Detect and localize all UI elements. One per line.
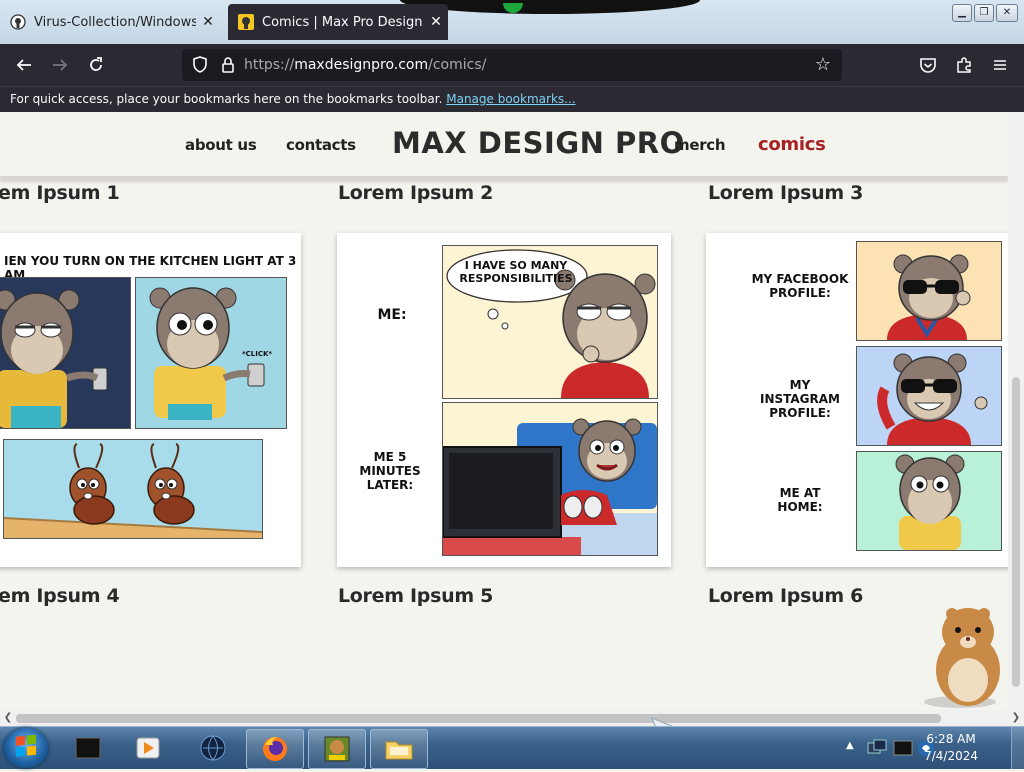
- comic-card-4[interactable]: IEN YOU TURN ON THE KITCHEN LIGHT AT 3 A…: [0, 233, 301, 567]
- click-sound-text: *CLICK*: [242, 350, 273, 358]
- taskbar: ▲ 6:28 AM 7/4/2024: [0, 726, 1024, 769]
- taskbar-game-app[interactable]: [308, 729, 366, 769]
- browser-tab-bar: Virus-Collection/Windows/Bina ✕ Comics |…: [0, 0, 1024, 44]
- comic-title-5[interactable]: Lorem Ipsum 5: [338, 585, 493, 607]
- nav-comics[interactable]: comics: [758, 134, 826, 155]
- horizontal-scroll-thumb[interactable]: [16, 714, 941, 723]
- home-monkey-illustration: [895, 454, 965, 550]
- web-page: about us contacts MAX DESIGN PRO merch c…: [0, 112, 1008, 710]
- comic-title-3[interactable]: Lorem Ipsum 3: [708, 182, 863, 204]
- site-header: about us contacts MAX DESIGN PRO merch c…: [0, 112, 1008, 176]
- bookmarks-hint: For quick access, place your bookmarks h…: [10, 92, 443, 106]
- comic-panel: [442, 402, 658, 556]
- address-bar[interactable]: https://maxdesignpro.com/comics/ ☆: [182, 49, 842, 81]
- close-window-icon[interactable]: ✕: [996, 4, 1018, 22]
- instagram-monkey-illustration: [877, 353, 988, 445]
- comic-panel: [0, 277, 131, 429]
- comic-title-1[interactable]: em Ipsum 1: [0, 182, 120, 204]
- extensions-icon[interactable]: [951, 52, 977, 78]
- home-label: ME AT HOME:: [777, 486, 823, 514]
- terminal-icon: [75, 737, 101, 759]
- menu-icon[interactable]: [987, 52, 1013, 78]
- comic-title-4[interactable]: em Ipsum 4: [0, 585, 120, 607]
- reload-icon[interactable]: [83, 52, 109, 78]
- thought-bubble-text: I HAVE SO MANY RESPONSIBILITIES: [459, 259, 573, 285]
- nav-merch[interactable]: merch: [674, 136, 726, 154]
- clock-date: 7/4/2024: [924, 749, 978, 763]
- comic-card-5[interactable]: ME: ME 5 MINUTES LATER: I HAVE SO MANY R…: [337, 233, 671, 567]
- instagram-label: MY INSTAGRAM PROFILE:: [759, 378, 840, 420]
- comic-panel: [3, 439, 263, 539]
- comic-panel: *CLICK*: [135, 277, 287, 429]
- tab-virus-collection[interactable]: Virus-Collection/Windows/Bina ✕: [0, 4, 220, 40]
- show-desktop-button[interactable]: [1011, 727, 1024, 769]
- url-text: https://maxdesignpro.com/comics/: [244, 57, 487, 73]
- cockroaches-illustration: [4, 443, 262, 538]
- comic-title-2[interactable]: Lorem Ipsum 2: [338, 182, 493, 204]
- game-box-icon: [324, 736, 350, 762]
- minimize-icon[interactable]: ▁: [952, 4, 972, 22]
- site-logo[interactable]: MAX DESIGN PRO: [392, 126, 685, 160]
- tab-comics[interactable]: Comics | Max Pro Design Anim ✕: [228, 4, 448, 40]
- window-controls: ▁ ❐ ✕: [952, 4, 1018, 22]
- clock-time: 6:28 AM: [926, 732, 976, 746]
- comic-panel: [856, 451, 1002, 551]
- network-icon[interactable]: [866, 737, 888, 759]
- facebook-monkey-illustration: [887, 254, 971, 340]
- start-button[interactable]: [4, 728, 48, 768]
- tray-expand-icon[interactable]: ▲: [846, 740, 854, 751]
- comic-title-6[interactable]: Lorem Ipsum 6: [708, 585, 863, 607]
- scroll-right-icon[interactable]: ❯: [1008, 710, 1024, 726]
- me-later-label: ME 5 MINUTES LATER:: [359, 450, 421, 492]
- taskbar-media-player[interactable]: [120, 729, 176, 767]
- site-favicon-icon: [238, 14, 254, 30]
- relaxing-monkey-illustration: [443, 418, 657, 555]
- taskbar-explorer[interactable]: [370, 729, 428, 769]
- horizontal-scrollbar[interactable]: ❮ ❯: [0, 710, 1024, 726]
- comic-panel: [856, 346, 1002, 446]
- windows-logo-icon: [16, 734, 36, 757]
- hamster-mascot-image[interactable]: [918, 602, 1008, 710]
- vertical-scroll-thumb[interactable]: [1012, 377, 1020, 687]
- globe-icon: [200, 735, 226, 761]
- close-tab-icon[interactable]: ✕: [424, 14, 448, 30]
- browser-nav-bar: https://maxdesignpro.com/comics/ ☆: [0, 44, 1024, 86]
- firefox-icon: [263, 737, 287, 761]
- facebook-label: MY FACEBOOK PROFILE:: [751, 272, 849, 300]
- nav-about-us[interactable]: about us: [185, 136, 257, 154]
- manage-bookmarks-link[interactable]: Manage bookmarks...: [446, 92, 575, 106]
- clock[interactable]: 6:28 AM 7/4/2024: [924, 731, 978, 765]
- taskbar-terminal-app[interactable]: [60, 729, 116, 767]
- vertical-scrollbar[interactable]: [1008, 112, 1024, 710]
- monkey-dark-illustration: [0, 289, 108, 428]
- media-player-icon: [136, 737, 160, 759]
- back-arrow-icon[interactable]: [11, 52, 37, 78]
- scroll-left-icon[interactable]: ❮: [0, 710, 16, 726]
- pocket-icon[interactable]: [915, 52, 941, 78]
- tray-app-icon[interactable]: [892, 737, 914, 759]
- lock-icon[interactable]: [218, 55, 238, 75]
- folder-icon: [385, 741, 413, 760]
- comic-panel: [856, 241, 1002, 341]
- comic-panel: I HAVE SO MANY RESPONSIBILITIES: [442, 245, 658, 399]
- bookmark-star-icon[interactable]: ☆: [812, 54, 834, 76]
- system-tray: ▲ 6:28 AM 7/4/2024: [842, 727, 1024, 769]
- forward-arrow-icon[interactable]: [47, 52, 73, 78]
- github-icon: [10, 14, 26, 30]
- tab-title: Comics | Max Pro Design Anim: [262, 14, 424, 30]
- taskbar-firefox[interactable]: [246, 729, 304, 769]
- tab-title: Virus-Collection/Windows/Bina: [34, 14, 196, 30]
- nav-contacts[interactable]: contacts: [286, 136, 356, 154]
- me-label: ME:: [377, 307, 407, 323]
- comic-card-6[interactable]: MY FACEBOOK PROFILE: MY INSTAGRAM PROFIL…: [706, 233, 1008, 567]
- header-divider: [0, 176, 1008, 180]
- shield-icon[interactable]: [190, 55, 210, 75]
- close-tab-icon[interactable]: ✕: [196, 14, 220, 30]
- restore-icon[interactable]: ❐: [974, 4, 994, 22]
- taskbar-globe-app[interactable]: [185, 729, 241, 767]
- bookmarks-toolbar: For quick access, place your bookmarks h…: [0, 86, 1024, 112]
